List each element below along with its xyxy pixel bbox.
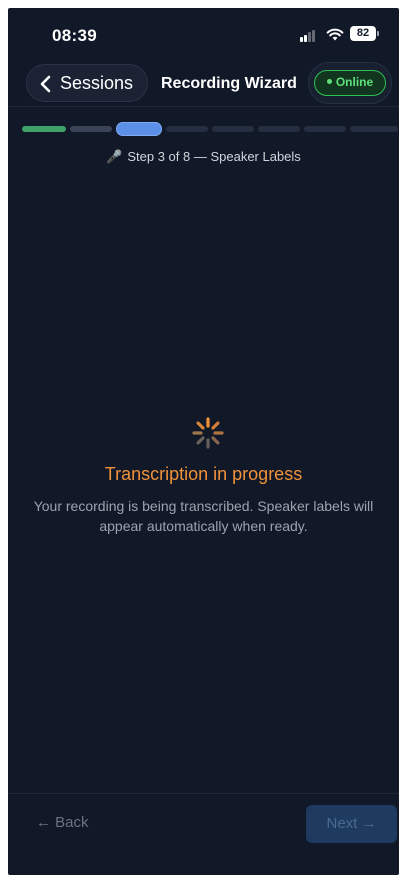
progress-step-8 xyxy=(350,126,398,132)
spinner-icon xyxy=(192,417,224,449)
wizard-progress xyxy=(22,122,398,136)
progress-step-6 xyxy=(258,126,300,132)
progress-step-5 xyxy=(212,126,254,132)
next-button[interactable]: Next → xyxy=(306,805,397,843)
status-badge-label: Online xyxy=(335,75,374,89)
back-button[interactable]: ← Back xyxy=(36,814,89,831)
cellular-signal-icon xyxy=(300,30,320,42)
status-time: 08:39 xyxy=(52,26,97,45)
status-bar: 08:39 82 xyxy=(8,8,399,60)
microphone-icon: 🎤 xyxy=(106,149,123,164)
progress-step-7 xyxy=(304,126,346,132)
back-to-sessions-button[interactable]: Sessions xyxy=(26,64,148,102)
wifi-icon xyxy=(326,28,344,41)
footer-divider xyxy=(8,793,399,794)
status-badge: Online xyxy=(314,70,386,96)
step-label: Step 3 of 8 — Speaker Labels xyxy=(127,149,301,164)
battery-tip xyxy=(377,31,379,36)
chevron-left-icon xyxy=(40,75,51,93)
step-indicator: 🎤 Step 3 of 8 — Speaker Labels xyxy=(8,149,399,165)
app-header: Sessions Recording Wizard Online xyxy=(8,60,399,106)
page-title: Recording Wizard xyxy=(161,75,297,92)
connection-status: Online xyxy=(308,62,392,104)
header-divider xyxy=(8,106,399,107)
loading-description: Your recording is being transcribed. Spe… xyxy=(33,498,374,534)
progress-step-2 xyxy=(70,126,112,132)
status-dot-icon xyxy=(326,79,332,85)
progress-step-3 xyxy=(116,122,162,136)
battery-level: 82 xyxy=(350,26,376,41)
app-screen: 08:39 82 Sessions Recording Wizard Onlin… xyxy=(8,8,399,875)
loading-title: Transcription in progress xyxy=(104,464,303,484)
progress-step-4 xyxy=(166,126,208,132)
back-button-label: Sessions xyxy=(60,73,134,93)
progress-step-1 xyxy=(22,126,66,132)
